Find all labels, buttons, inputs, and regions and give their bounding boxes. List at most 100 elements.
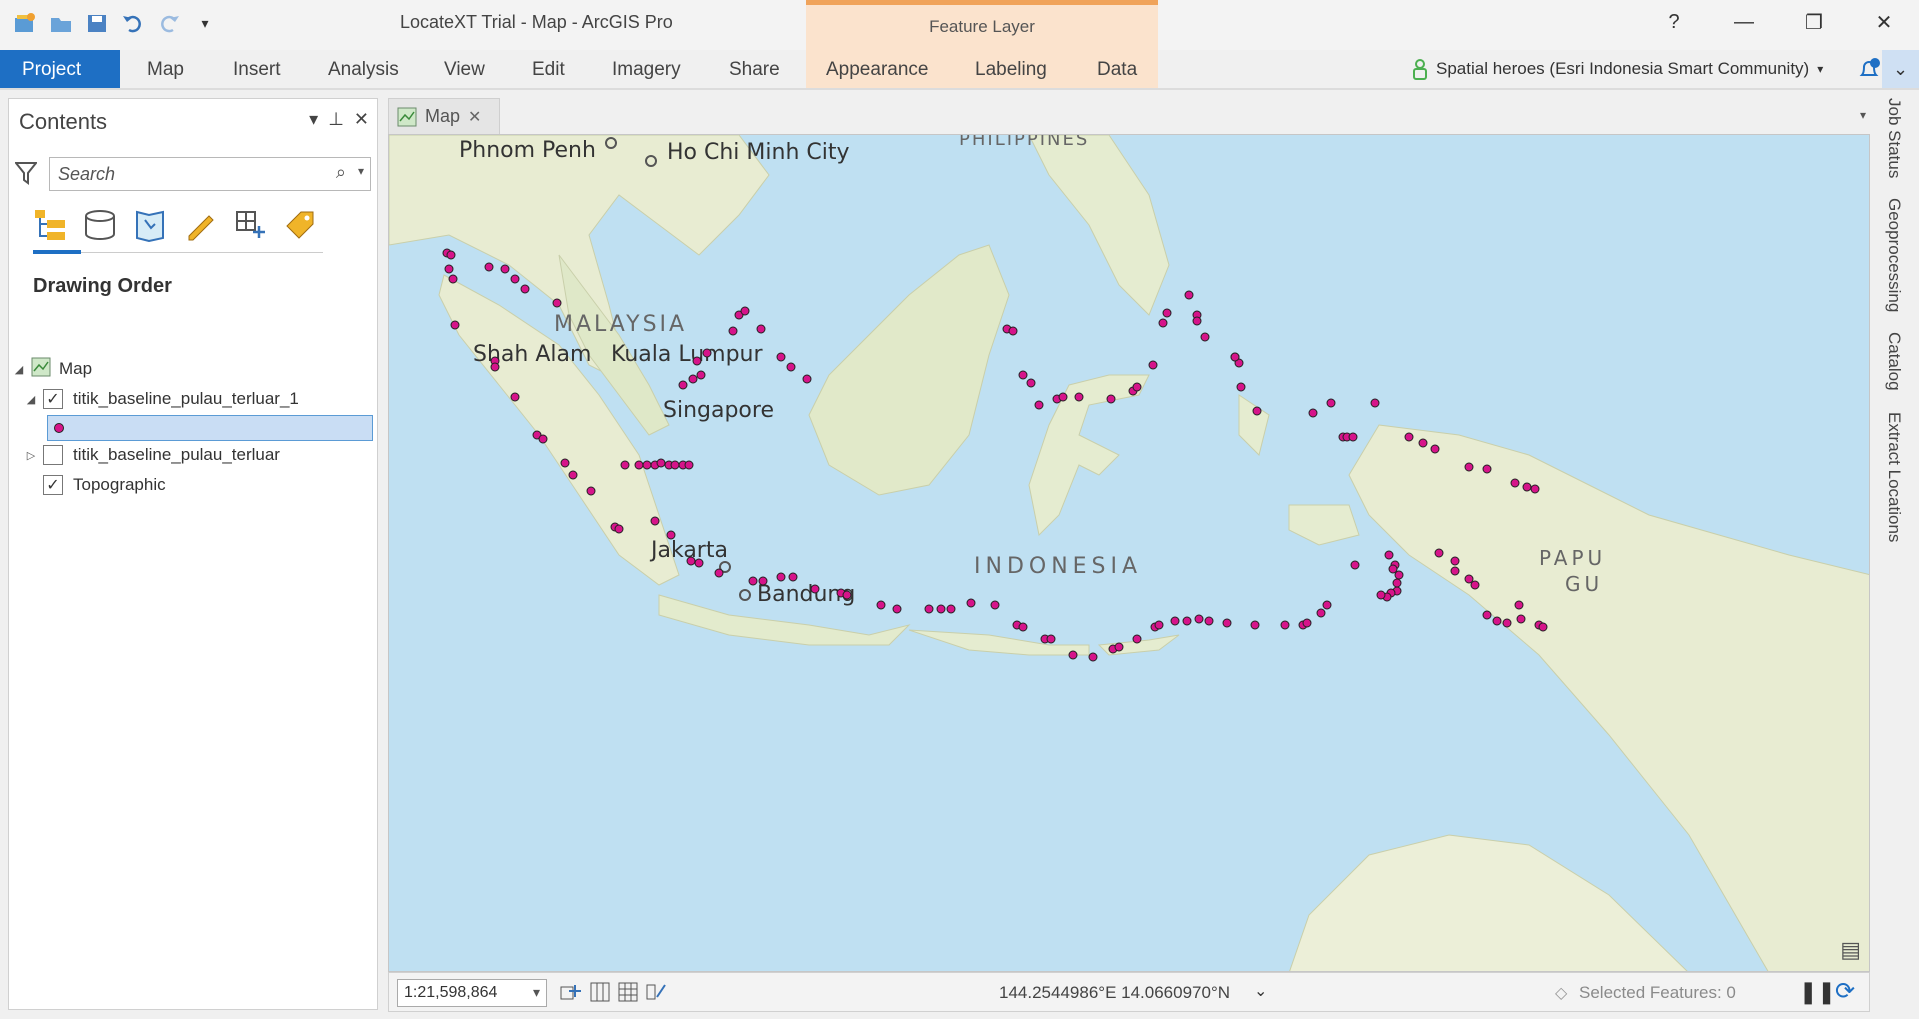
- baseline-point[interactable]: [1450, 556, 1460, 566]
- baseline-point[interactable]: [678, 380, 688, 390]
- baseline-point[interactable]: [756, 324, 766, 334]
- baseline-point[interactable]: [568, 470, 578, 480]
- tab-appearance[interactable]: Appearance: [826, 50, 928, 88]
- user-account[interactable]: Spatial heroes (Esri Indonesia Smart Com…: [1412, 58, 1823, 80]
- baseline-point[interactable]: [586, 486, 596, 496]
- baseline-point[interactable]: [810, 584, 820, 594]
- expand-layer1-icon[interactable]: ◢: [25, 393, 37, 406]
- baseline-point[interactable]: [788, 572, 798, 582]
- baseline-point[interactable]: [946, 604, 956, 614]
- baseline-point[interactable]: [490, 362, 500, 372]
- baseline-point[interactable]: [692, 356, 702, 366]
- baseline-point[interactable]: [1034, 400, 1044, 410]
- baseline-point[interactable]: [1200, 332, 1210, 342]
- coordinate-format-icon[interactable]: ⌄: [1254, 981, 1267, 1001]
- dock-tab-catalog[interactable]: Catalog: [1884, 332, 1904, 391]
- baseline-point[interactable]: [1194, 614, 1204, 624]
- baseline-point[interactable]: [1018, 622, 1028, 632]
- basemap-visibility-checkbox[interactable]: ✓: [43, 475, 63, 495]
- baseline-point[interactable]: [892, 604, 902, 614]
- baseline-point[interactable]: [448, 274, 458, 284]
- tab-labeling[interactable]: Labeling: [975, 50, 1047, 88]
- baseline-point[interactable]: [642, 460, 652, 470]
- baseline-point[interactable]: [1530, 484, 1540, 494]
- scale-selector[interactable]: 1:21,598,864: [397, 979, 547, 1007]
- list-by-snapping-icon[interactable]: [233, 205, 267, 245]
- list-by-editing-icon[interactable]: [183, 205, 217, 245]
- baseline-point[interactable]: [1192, 316, 1202, 326]
- baseline-point[interactable]: [1204, 616, 1214, 626]
- baseline-point[interactable]: [696, 370, 706, 380]
- baseline-point[interactable]: [1046, 634, 1056, 644]
- map-overview-icon[interactable]: ▤: [1840, 937, 1861, 963]
- restore-button[interactable]: ❐: [1779, 0, 1849, 44]
- baseline-point[interactable]: [1384, 550, 1394, 560]
- baseline-point[interactable]: [1502, 618, 1512, 628]
- baseline-point[interactable]: [1418, 438, 1428, 448]
- tab-list-dropdown-icon[interactable]: ▾: [1860, 108, 1866, 122]
- search-options-icon[interactable]: ▾: [358, 164, 364, 178]
- baseline-point[interactable]: [1158, 318, 1168, 328]
- baseline-point[interactable]: [1088, 652, 1098, 662]
- tab-map-view[interactable]: Map ✕: [388, 98, 500, 134]
- refresh-icon[interactable]: ⟳: [1835, 977, 1855, 1006]
- map-units-icon[interactable]: [559, 981, 581, 1008]
- baseline-point[interactable]: [776, 352, 786, 362]
- baseline-point[interactable]: [702, 348, 712, 358]
- baseline-point[interactable]: [1510, 478, 1520, 488]
- baseline-point[interactable]: [1482, 610, 1492, 620]
- baseline-point[interactable]: [842, 590, 852, 600]
- baseline-point[interactable]: [1184, 290, 1194, 300]
- baseline-point[interactable]: [1434, 548, 1444, 558]
- baseline-point[interactable]: [1008, 326, 1018, 336]
- baseline-point[interactable]: [634, 460, 644, 470]
- baseline-point[interactable]: [614, 524, 624, 534]
- baseline-point[interactable]: [1348, 432, 1358, 442]
- pin-icon[interactable]: ⊥: [328, 109, 344, 130]
- baseline-point[interactable]: [1388, 564, 1398, 574]
- baseline-point[interactable]: [876, 600, 886, 610]
- baseline-point[interactable]: [1132, 634, 1142, 644]
- baseline-point[interactable]: [1404, 432, 1414, 442]
- baseline-point[interactable]: [1376, 590, 1386, 600]
- new-project-icon[interactable]: [12, 10, 38, 36]
- snapping-icon[interactable]: [589, 981, 611, 1008]
- baseline-point[interactable]: [666, 530, 676, 540]
- baseline-point[interactable]: [1154, 620, 1164, 630]
- baseline-point[interactable]: [1322, 600, 1332, 610]
- tab-imagery[interactable]: Imagery: [612, 50, 681, 88]
- baseline-point[interactable]: [510, 392, 520, 402]
- tree-item-map[interactable]: ◢ Map: [13, 355, 92, 383]
- open-project-icon[interactable]: [48, 10, 74, 36]
- tab-map[interactable]: Map: [147, 50, 184, 88]
- redo-icon[interactable]: [156, 10, 182, 36]
- baseline-point[interactable]: [1182, 616, 1192, 626]
- tree-item-basemap[interactable]: ✓ Topographic: [43, 471, 166, 499]
- pane-options-icon[interactable]: ▾: [309, 109, 318, 130]
- baseline-point[interactable]: [1074, 392, 1084, 402]
- baseline-point[interactable]: [1492, 616, 1502, 626]
- baseline-point[interactable]: [1464, 462, 1474, 472]
- baseline-point[interactable]: [1326, 398, 1336, 408]
- baseline-point[interactable]: [1252, 406, 1262, 416]
- close-map-tab-icon[interactable]: ✕: [468, 107, 481, 127]
- baseline-point[interactable]: [694, 558, 704, 568]
- baseline-point[interactable]: [450, 320, 460, 330]
- baseline-point[interactable]: [776, 572, 786, 582]
- baseline-point[interactable]: [1162, 308, 1172, 318]
- close-pane-icon[interactable]: ✕: [354, 109, 369, 130]
- baseline-point[interactable]: [1538, 622, 1548, 632]
- baseline-point[interactable]: [728, 326, 738, 336]
- baseline-point[interactable]: [1018, 370, 1028, 380]
- baseline-point[interactable]: [1450, 566, 1460, 576]
- undo-icon[interactable]: [120, 10, 146, 36]
- baseline-point[interactable]: [620, 460, 630, 470]
- baseline-point[interactable]: [1250, 620, 1260, 630]
- pause-drawing-icon[interactable]: ❚❚: [1799, 979, 1836, 1005]
- baseline-point[interactable]: [786, 362, 796, 372]
- tab-project[interactable]: Project: [0, 50, 120, 88]
- baseline-point[interactable]: [686, 556, 696, 566]
- baseline-point[interactable]: [1370, 398, 1380, 408]
- baseline-point[interactable]: [1308, 408, 1318, 418]
- baseline-point[interactable]: [656, 458, 666, 468]
